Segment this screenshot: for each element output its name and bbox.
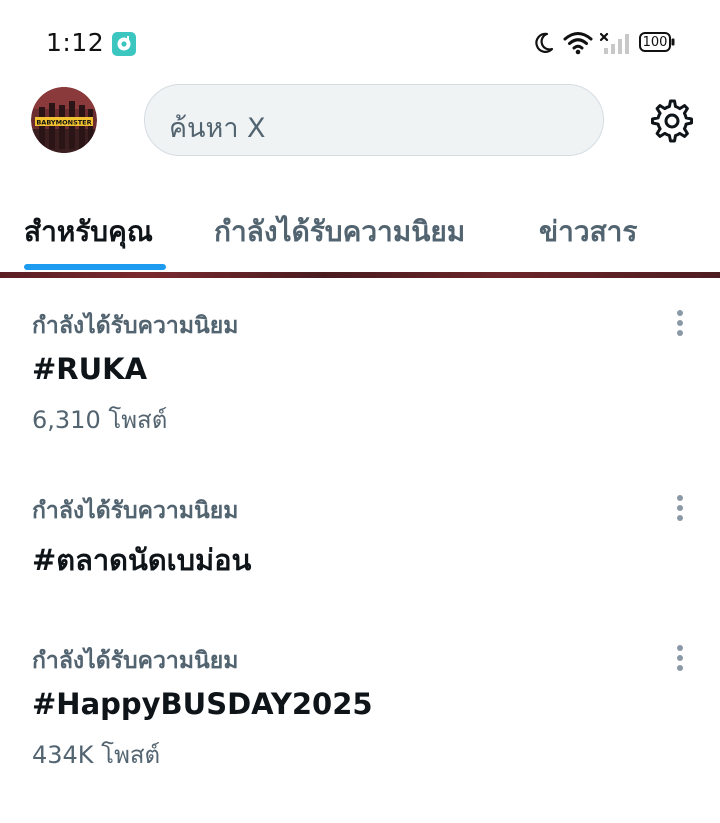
tab-news[interactable]: ข่าวสาร <box>539 210 637 254</box>
trend-context: กำลังได้รับความนิยม <box>32 498 239 524</box>
trend-name: #HappyBUSDAY2025 <box>32 687 373 721</box>
trend-item[interactable]: กำลังได้รับความนิยม #HappyBUSDAY2025 434… <box>0 635 720 795</box>
no-signal-icon <box>600 32 629 54</box>
more-options-icon[interactable] <box>667 641 693 675</box>
music-app-icon <box>112 32 136 56</box>
search-input[interactable]: ค้นหา X <box>144 84 604 156</box>
moon-icon <box>535 32 554 53</box>
more-options-icon[interactable] <box>667 491 693 525</box>
trend-item[interactable]: กำลังได้รับความนิยม #RUKA 6,310 โพสต์ <box>0 300 720 460</box>
trend-name: #ตลาดนัดเบม่อน <box>32 543 252 577</box>
active-tab-indicator <box>24 264 166 270</box>
tab-trending[interactable]: กำลังได้รับความนิยม <box>214 210 465 254</box>
status-time: 1:12 <box>46 28 105 57</box>
battery-level: 100 <box>642 35 668 50</box>
trend-context: กำลังได้รับความนิยม <box>32 313 239 339</box>
avatar[interactable]: BABYMONSTER <box>31 87 97 153</box>
status-bar: 1:12 100 <box>0 0 720 88</box>
tab-bar: สำหรับคุณ กำลังได้รับความนิยม ข่าวสาร <box>0 200 720 276</box>
app-screen: 1:12 100 BABYMONSTER ค้นหา X สำหรับคุณ ก… <box>0 0 720 823</box>
trend-post-count: 6,310 โพสต์ <box>32 406 168 434</box>
trend-post-count: 434K โพสต์ <box>32 741 161 769</box>
tab-for-you[interactable]: สำหรับคุณ <box>24 210 153 254</box>
search-placeholder: ค้นหา X <box>169 113 266 144</box>
more-options-icon[interactable] <box>667 306 693 340</box>
svg-text:BABYMONSTER: BABYMONSTER <box>36 119 91 127</box>
battery-icon: 100 <box>639 30 675 52</box>
wifi-icon <box>563 32 593 55</box>
trend-name: #RUKA <box>32 352 148 386</box>
trend-context: กำลังได้รับความนิยม <box>32 648 239 674</box>
gear-icon[interactable] <box>650 99 694 143</box>
trend-item[interactable]: กำลังได้รับความนิยม #ตลาดนัดเบม่อน <box>0 485 720 615</box>
tab-divider <box>0 272 720 278</box>
